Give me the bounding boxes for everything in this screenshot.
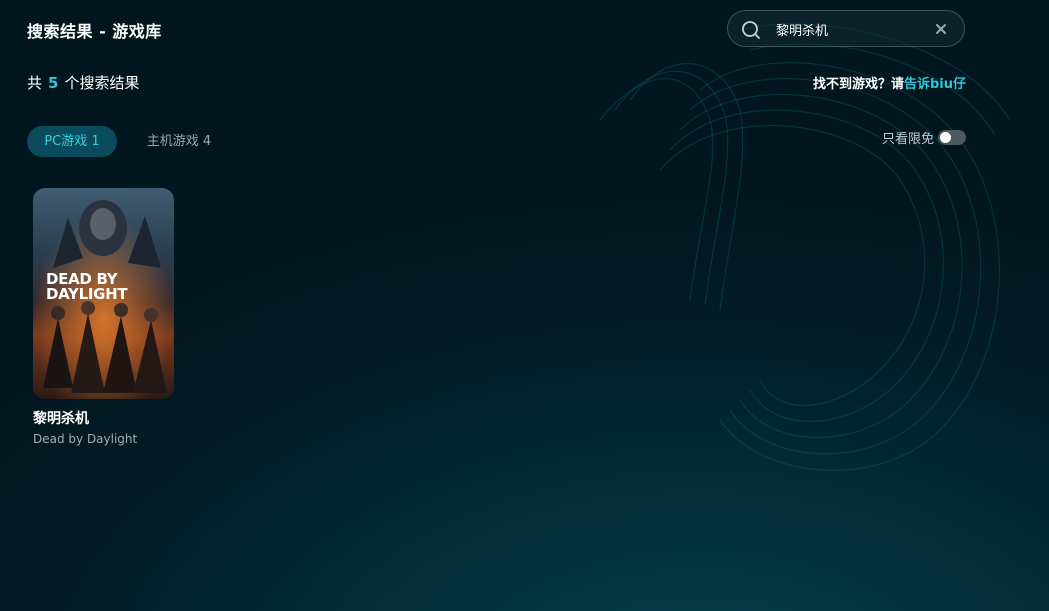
help-text: 找不到游戏？请告诉biu仔 [813,73,966,92]
page-title: 搜索结果 - 游戏库 [27,22,162,41]
search-box[interactable] [727,10,965,47]
search-icon [742,21,760,39]
tell-biu-link[interactable]: 告诉biu仔 [904,77,966,92]
toggle-knob [940,131,951,143]
game-subtitle: Dead by Daylight [33,432,138,446]
search-input[interactable] [776,18,916,40]
clear-search-icon[interactable] [934,22,948,36]
result-count: 共 5 个搜索结果 [27,72,139,93]
tab-console-games[interactable]: 主机游戏 4 [131,126,227,157]
free-only-toggle[interactable] [938,129,966,145]
game-title: 黎明杀机 [33,411,89,427]
result-count-suffix: 个搜索结果 [64,74,140,92]
tab-pc-games[interactable]: PC游戏 1 [27,126,117,157]
game-card[interactable]: DEAD BY DAYLIGHT 黎明杀机 Dead by Daylight [33,188,174,446]
free-only-filter: 只看限免 [881,128,966,147]
cover-logo-text: DEAD BY DAYLIGHT [46,272,128,303]
result-count-number: 5 [48,74,59,92]
game-cover-image: DEAD BY DAYLIGHT [33,188,174,399]
free-only-label: 只看限免 [881,131,934,147]
result-count-prefix: 共 [27,74,43,92]
cover-logo-line2: DAYLIGHT [46,285,128,303]
help-prompt: 找不到游戏？请 [812,77,904,92]
